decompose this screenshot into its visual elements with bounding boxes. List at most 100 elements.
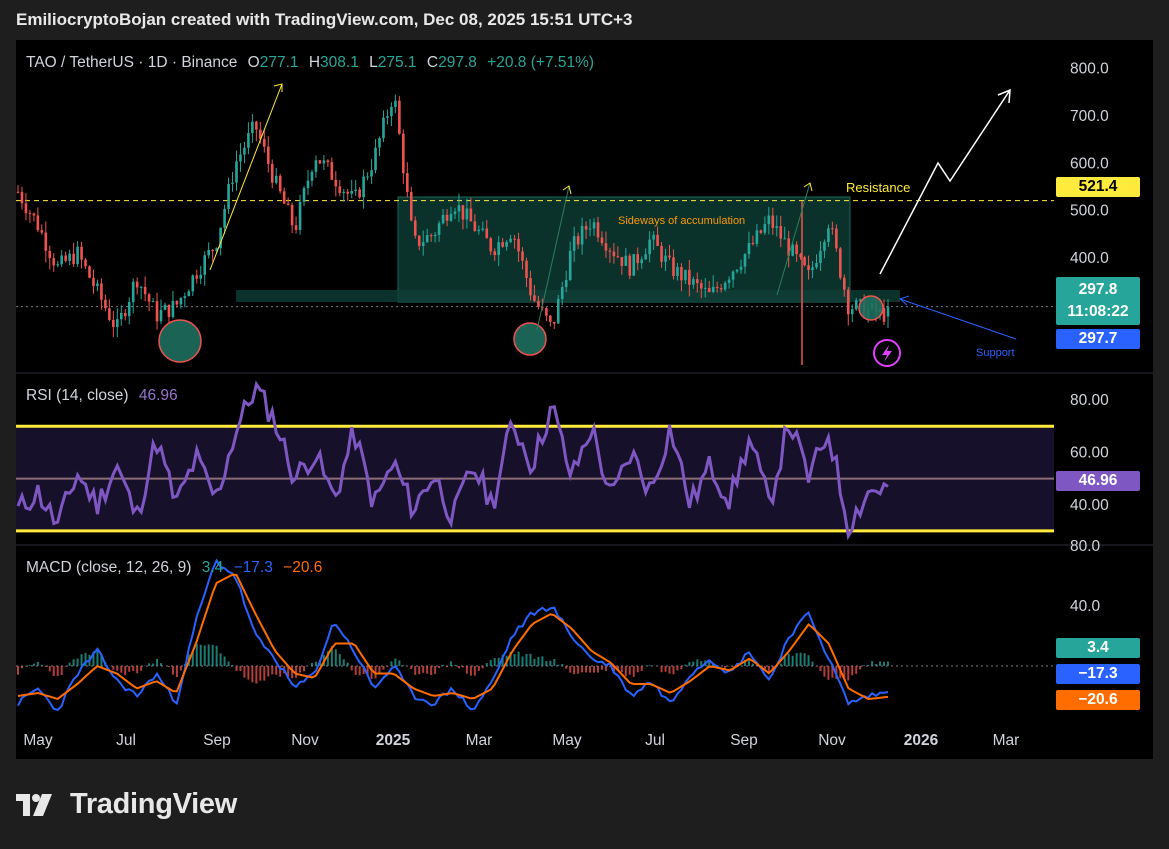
- candle: [32, 213, 36, 216]
- candle: [672, 257, 675, 276]
- candle: [604, 243, 608, 251]
- support-band: [236, 290, 900, 302]
- candle: [390, 106, 393, 117]
- time-axis-tick: Nov: [291, 732, 319, 749]
- time-axis-tick: 2026: [904, 732, 939, 749]
- rsi-legend: RSI (14, close) 46.96: [26, 387, 184, 405]
- candle: [294, 225, 298, 230]
- candle: [282, 191, 286, 204]
- candle: [231, 182, 234, 184]
- candle: [302, 188, 306, 202]
- candle: [699, 283, 703, 289]
- candle: [823, 241, 826, 251]
- candle: [469, 208, 473, 222]
- candle: [183, 296, 187, 298]
- resistance-price-tag: 521.4: [1056, 177, 1140, 197]
- candle: [481, 228, 485, 230]
- macd-signal-value: −20.6: [283, 559, 323, 576]
- symbol-label[interactable]: TAO / TetherUS · 1D · Binance: [26, 54, 237, 71]
- chart-area[interactable]: Resistance Sideways of accumulation Suppor…: [16, 40, 1153, 759]
- candle: [239, 154, 242, 162]
- candle: [127, 302, 131, 317]
- candle: [191, 275, 195, 292]
- candle: [211, 249, 214, 252]
- candle: [24, 203, 28, 214]
- candle: [116, 319, 119, 327]
- low-label: L: [369, 54, 378, 71]
- candle: [576, 236, 580, 245]
- candle: [437, 223, 441, 235]
- candle: [223, 209, 226, 228]
- macd-label[interactable]: MACD (close, 12, 26, 9): [26, 559, 191, 576]
- support-label: Support: [976, 347, 1015, 359]
- candle: [274, 175, 278, 183]
- candle: [227, 183, 230, 210]
- candle: [739, 266, 743, 270]
- candle: [850, 309, 854, 315]
- candle: [660, 245, 663, 262]
- candle: [338, 186, 342, 193]
- candle: [278, 175, 282, 192]
- macd-axis-tick: 40.0: [1070, 598, 1101, 615]
- candle: [747, 242, 751, 255]
- chart-canvas[interactable]: Resistance Sideways of accumulation Suppor…: [16, 40, 1153, 759]
- candle: [413, 220, 417, 236]
- time-axis-tick: Nov: [818, 732, 846, 749]
- close-label: C: [426, 54, 439, 71]
- candle: [525, 260, 528, 278]
- candle: [48, 250, 52, 259]
- rsi-label[interactable]: RSI (14, close): [26, 387, 129, 404]
- time-axis-tick: Sep: [203, 732, 231, 749]
- macd-axis-tick: 80.0: [1070, 538, 1101, 555]
- price-axis-tick: 700.0: [1070, 108, 1109, 125]
- candle: [489, 238, 493, 252]
- candle: [588, 228, 592, 230]
- candle: [119, 312, 123, 320]
- candle: [616, 256, 620, 258]
- macd-hist-value: 3.4: [201, 559, 224, 576]
- candle: [461, 205, 465, 220]
- candle: [620, 257, 624, 266]
- candle: [731, 271, 735, 280]
- prev-close-tag: 297.7: [1056, 329, 1140, 349]
- candle: [263, 138, 266, 147]
- candle: [251, 121, 254, 134]
- change-value: +20.8 (+7.51%): [487, 54, 595, 71]
- sideways-label: Sideways of accumulation: [618, 215, 745, 227]
- lightning-icon-bolt: [882, 345, 892, 362]
- candle: [680, 267, 683, 281]
- candle: [40, 230, 44, 233]
- candle: [171, 300, 175, 317]
- candle: [572, 236, 576, 251]
- candle: [16, 191, 20, 193]
- macd-line: [17, 558, 889, 712]
- candle: [36, 215, 40, 231]
- candle: [648, 239, 651, 255]
- candle: [199, 274, 203, 279]
- candle: [112, 319, 115, 327]
- candle: [175, 300, 179, 305]
- candle: [632, 254, 636, 276]
- candle: [664, 255, 667, 262]
- candle: [696, 279, 699, 284]
- candle: [270, 163, 274, 183]
- candle: [656, 234, 659, 246]
- candle: [163, 304, 167, 310]
- candle: [779, 226, 783, 239]
- candle: [711, 286, 715, 292]
- candle: [56, 264, 60, 266]
- time-axis-tick: Mar: [993, 732, 1020, 749]
- tradingview-logo[interactable]: TradingView: [16, 788, 237, 821]
- open-value: 277.1: [259, 54, 299, 71]
- candle: [135, 281, 139, 288]
- candle: [378, 138, 381, 148]
- candle: [247, 133, 250, 148]
- candle: [751, 242, 755, 244]
- candle: [243, 147, 246, 155]
- candle: [362, 176, 365, 198]
- candle: [195, 275, 199, 279]
- candle: [584, 225, 588, 230]
- candle: [402, 133, 405, 174]
- candle: [652, 234, 655, 240]
- candle: [521, 251, 524, 261]
